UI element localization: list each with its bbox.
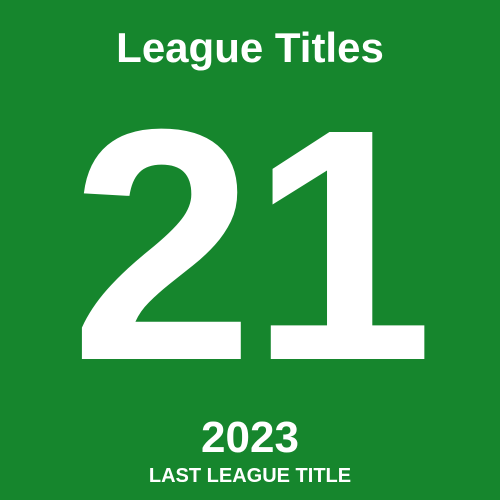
league-titles-count: 21 <box>70 60 433 429</box>
last-title-year: 2023 <box>201 413 299 462</box>
stat-card: League Titles 21 2023 LAST LEAGUE TITLE <box>0 0 500 500</box>
last-title-caption: LAST LEAGUE TITLE <box>148 465 352 487</box>
